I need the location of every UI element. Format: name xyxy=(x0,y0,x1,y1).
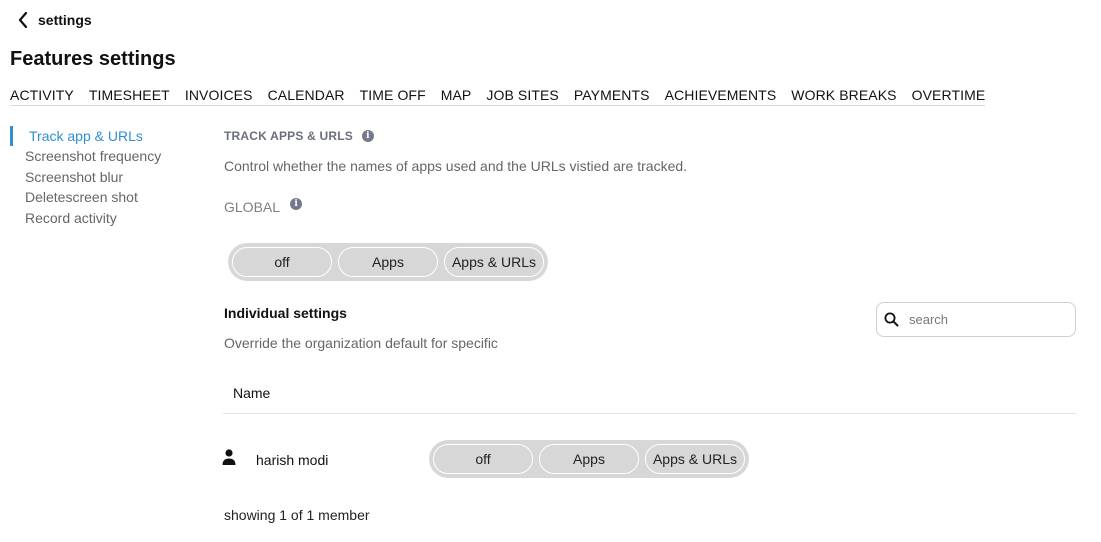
sidebar-item-delete-screenshot[interactable]: Deletescreen shot xyxy=(10,187,161,207)
global-option-apps[interactable]: Apps xyxy=(338,247,438,277)
sidebar-item-screenshot-blur[interactable]: Screenshot blur xyxy=(10,167,161,187)
search-icon xyxy=(884,312,899,327)
tab-activity[interactable]: ACTIVITY xyxy=(10,87,74,103)
settings-sidenav: Track app & URLs Screenshot frequency Sc… xyxy=(10,126,161,228)
tab-achievements[interactable]: ACHIEVEMENTS xyxy=(665,87,777,103)
info-icon[interactable]: i xyxy=(361,130,374,142)
member-option-apps-urls[interactable]: Apps & URLs xyxy=(645,444,745,474)
table-header-divider xyxy=(223,413,1076,414)
sidebar-item-track-app-urls[interactable]: Track app & URLs xyxy=(10,126,161,147)
table-row: harish modi xyxy=(222,448,328,468)
tab-time-off[interactable]: TIME OFF xyxy=(360,87,426,103)
global-option-off[interactable]: off xyxy=(232,247,332,277)
info-icon[interactable]: i xyxy=(290,198,303,210)
individual-settings-description: Override the organization default for sp… xyxy=(224,335,498,351)
tab-payments[interactable]: PAYMENTS xyxy=(574,87,650,103)
member-count: showing 1 of 1 member xyxy=(224,507,370,523)
person-icon xyxy=(222,449,236,465)
tab-overtime[interactable]: OVERTIME xyxy=(912,87,986,103)
member-name: harish modi xyxy=(256,452,329,468)
section-title-text: TRACK APPS & URLS xyxy=(224,129,353,143)
global-tracking-toggle: off Apps Apps & URLs xyxy=(228,243,548,281)
feature-tabs: ACTIVITY TIMESHEET INVOICES CALENDAR TIM… xyxy=(10,87,986,106)
member-search xyxy=(876,302,1076,337)
global-label-text: GLOBAL xyxy=(224,199,281,215)
member-option-off[interactable]: off xyxy=(433,444,533,474)
page-title: Features settings xyxy=(10,48,176,70)
tab-invoices[interactable]: INVOICES xyxy=(185,87,253,103)
global-label: GLOBAL i xyxy=(224,198,303,215)
global-option-apps-urls[interactable]: Apps & URLs xyxy=(444,247,544,277)
name-column-header: Name xyxy=(233,385,271,401)
back-label: settings xyxy=(38,12,92,28)
tab-timesheet[interactable]: TIMESHEET xyxy=(89,87,170,103)
tab-work-breaks[interactable]: WORK BREAKS xyxy=(791,87,896,103)
sidebar-item-record-activity[interactable]: Record activity xyxy=(10,208,161,228)
tab-calendar[interactable]: CALENDAR xyxy=(268,87,345,103)
section-description: Control whether the names of apps used a… xyxy=(224,158,688,174)
back-button[interactable]: settings xyxy=(18,12,92,28)
member-tracking-toggle: off Apps Apps & URLs xyxy=(429,440,749,478)
member-option-apps[interactable]: Apps xyxy=(539,444,639,474)
section-title: TRACK APPS & URLS i xyxy=(224,129,374,143)
tab-job-sites[interactable]: JOB SITES xyxy=(486,87,558,103)
sidebar-item-screenshot-frequency[interactable]: Screenshot frequency xyxy=(10,146,161,166)
individual-settings-title: Individual settings xyxy=(224,305,347,321)
search-input[interactable] xyxy=(909,312,1059,327)
tab-map[interactable]: MAP xyxy=(441,87,472,103)
chevron-left-icon xyxy=(18,12,28,28)
